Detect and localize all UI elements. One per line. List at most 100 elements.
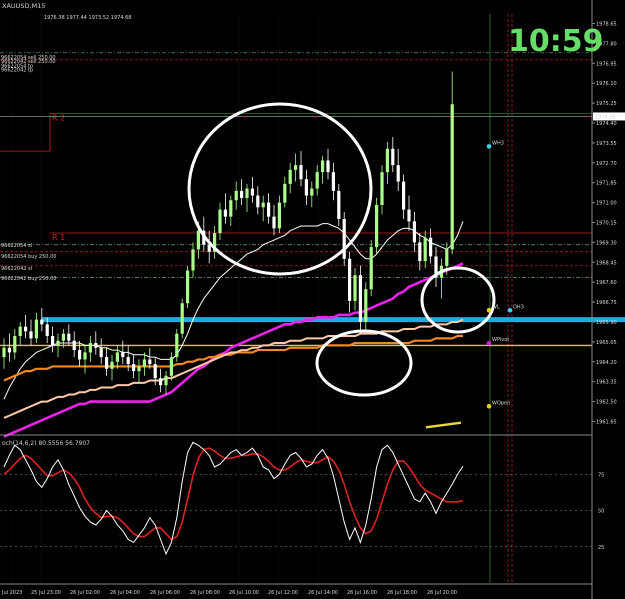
candle-body [385, 148, 389, 173]
candle-body [186, 270, 190, 304]
candle-body [229, 200, 233, 217]
order-label: 96622042 sl [1, 266, 32, 272]
WH3-dot [486, 144, 492, 149]
background [0, 0, 625, 599]
candle-body [142, 359, 146, 367]
order-label: 96622042 tp [1, 68, 33, 74]
candle-body [83, 352, 87, 360]
price-scale-label: 1969.30 [596, 240, 617, 246]
stochastic-label: och(14,6,2) 80.5556 56.7907 [2, 440, 90, 447]
candle-body [72, 340, 76, 351]
candle-body [418, 242, 422, 262]
time-label: 26 Jul 12:00 [268, 590, 298, 596]
stoch-level-label: 50 [598, 509, 604, 515]
price-scale-label: 1965.90 [596, 320, 617, 326]
candle-clock: 10:59 [508, 24, 604, 59]
candle-body [407, 209, 411, 222]
candle-body [223, 209, 227, 217]
candle-body [337, 190, 341, 219]
candle-body [2, 347, 6, 358]
time-label: 26 Jul 16:00 [347, 590, 377, 596]
WL-label: WL [492, 304, 500, 310]
chart-canvas: R 2R 196622054 sell 250.0096622042 sell … [0, 0, 625, 599]
WL-dot [486, 307, 492, 313]
price-scale-label: 1964.20 [596, 360, 617, 366]
candle-body [99, 347, 103, 358]
stoch-level-label: 75 [598, 472, 604, 478]
price-scale-label: 1971.00 [596, 201, 617, 207]
candle-body [380, 172, 384, 205]
candle-body [121, 352, 125, 358]
candle-body [132, 364, 136, 372]
candle-body [321, 160, 325, 173]
candle-body [153, 364, 157, 379]
candle-body [256, 195, 260, 208]
price-scale-label: 1972.70 [596, 161, 617, 167]
candle-body [445, 249, 449, 266]
order-label: 96622042 buy 250.00 [1, 276, 56, 282]
candle-body [358, 275, 362, 322]
candle-body [272, 216, 276, 229]
candle-body [148, 359, 152, 365]
candle-body [61, 333, 65, 341]
candle-body [348, 258, 352, 301]
candle-body [396, 165, 400, 182]
candle-body [137, 366, 141, 372]
candle-body [353, 275, 357, 301]
candle-body [105, 357, 109, 369]
candle-body [191, 249, 195, 271]
candle-body [78, 350, 82, 360]
order-label: 96622054 buy 250.00 [1, 254, 56, 260]
price-scale-label: 1965.05 [596, 340, 617, 346]
candle-body [391, 148, 395, 166]
time-label: 26 Jul 06:00 [150, 590, 180, 596]
candle-body [369, 247, 373, 290]
time-label: 26 Jul 18:00 [387, 590, 417, 596]
time-label: 26 Jul 08:00 [190, 590, 220, 596]
price-scale-label: 1976.10 [596, 81, 617, 87]
candle-body [412, 221, 416, 243]
candle-body [13, 336, 17, 353]
candle-body [326, 160, 330, 173]
price-scale-label: 1963.35 [596, 380, 617, 386]
candle-body [267, 202, 271, 217]
candle-body [18, 326, 22, 337]
candle-body [115, 352, 119, 362]
candle-body [364, 289, 368, 322]
candle-body [24, 326, 28, 332]
candle-body [196, 230, 200, 250]
price-scale-label: 1970.15 [596, 221, 617, 227]
candle-body [331, 172, 335, 191]
candle-body [94, 343, 98, 348]
candle-body [34, 319, 38, 339]
candle-body [159, 378, 163, 386]
candle-body [7, 347, 11, 353]
candle-body [218, 209, 222, 234]
price-scale-label: 1968.45 [596, 260, 617, 266]
price-scale-label: 1962.50 [596, 400, 617, 406]
candle-body [299, 165, 303, 180]
R1-label: R 1 [52, 233, 65, 242]
candle-body [51, 336, 55, 346]
candle-body [315, 172, 319, 189]
R2-label: R 2 [52, 114, 65, 123]
candle-body [234, 190, 238, 201]
current-price-label: 1974.68 [595, 114, 616, 120]
candle-body [429, 237, 433, 257]
candle-body [304, 179, 308, 196]
time-label: 26 Jul 20:00 [427, 590, 457, 596]
price-scale-label: 1974.40 [596, 121, 617, 127]
candle-body [423, 237, 427, 262]
candle-body [250, 188, 254, 196]
candle-body [402, 181, 406, 210]
candle-body [283, 183, 287, 203]
price-scale-label: 1971.85 [596, 181, 617, 187]
candle-body [88, 343, 92, 353]
time-label: 26 Jul 14:00 [308, 590, 338, 596]
candle-body [240, 190, 244, 198]
price-scale-label: 1975.25 [596, 101, 617, 107]
window-title: XAUUSD,M15 [2, 2, 46, 10]
WPivot-dot [486, 340, 492, 346]
candle-body [288, 169, 292, 184]
WH3-label: WH3 [492, 140, 504, 146]
